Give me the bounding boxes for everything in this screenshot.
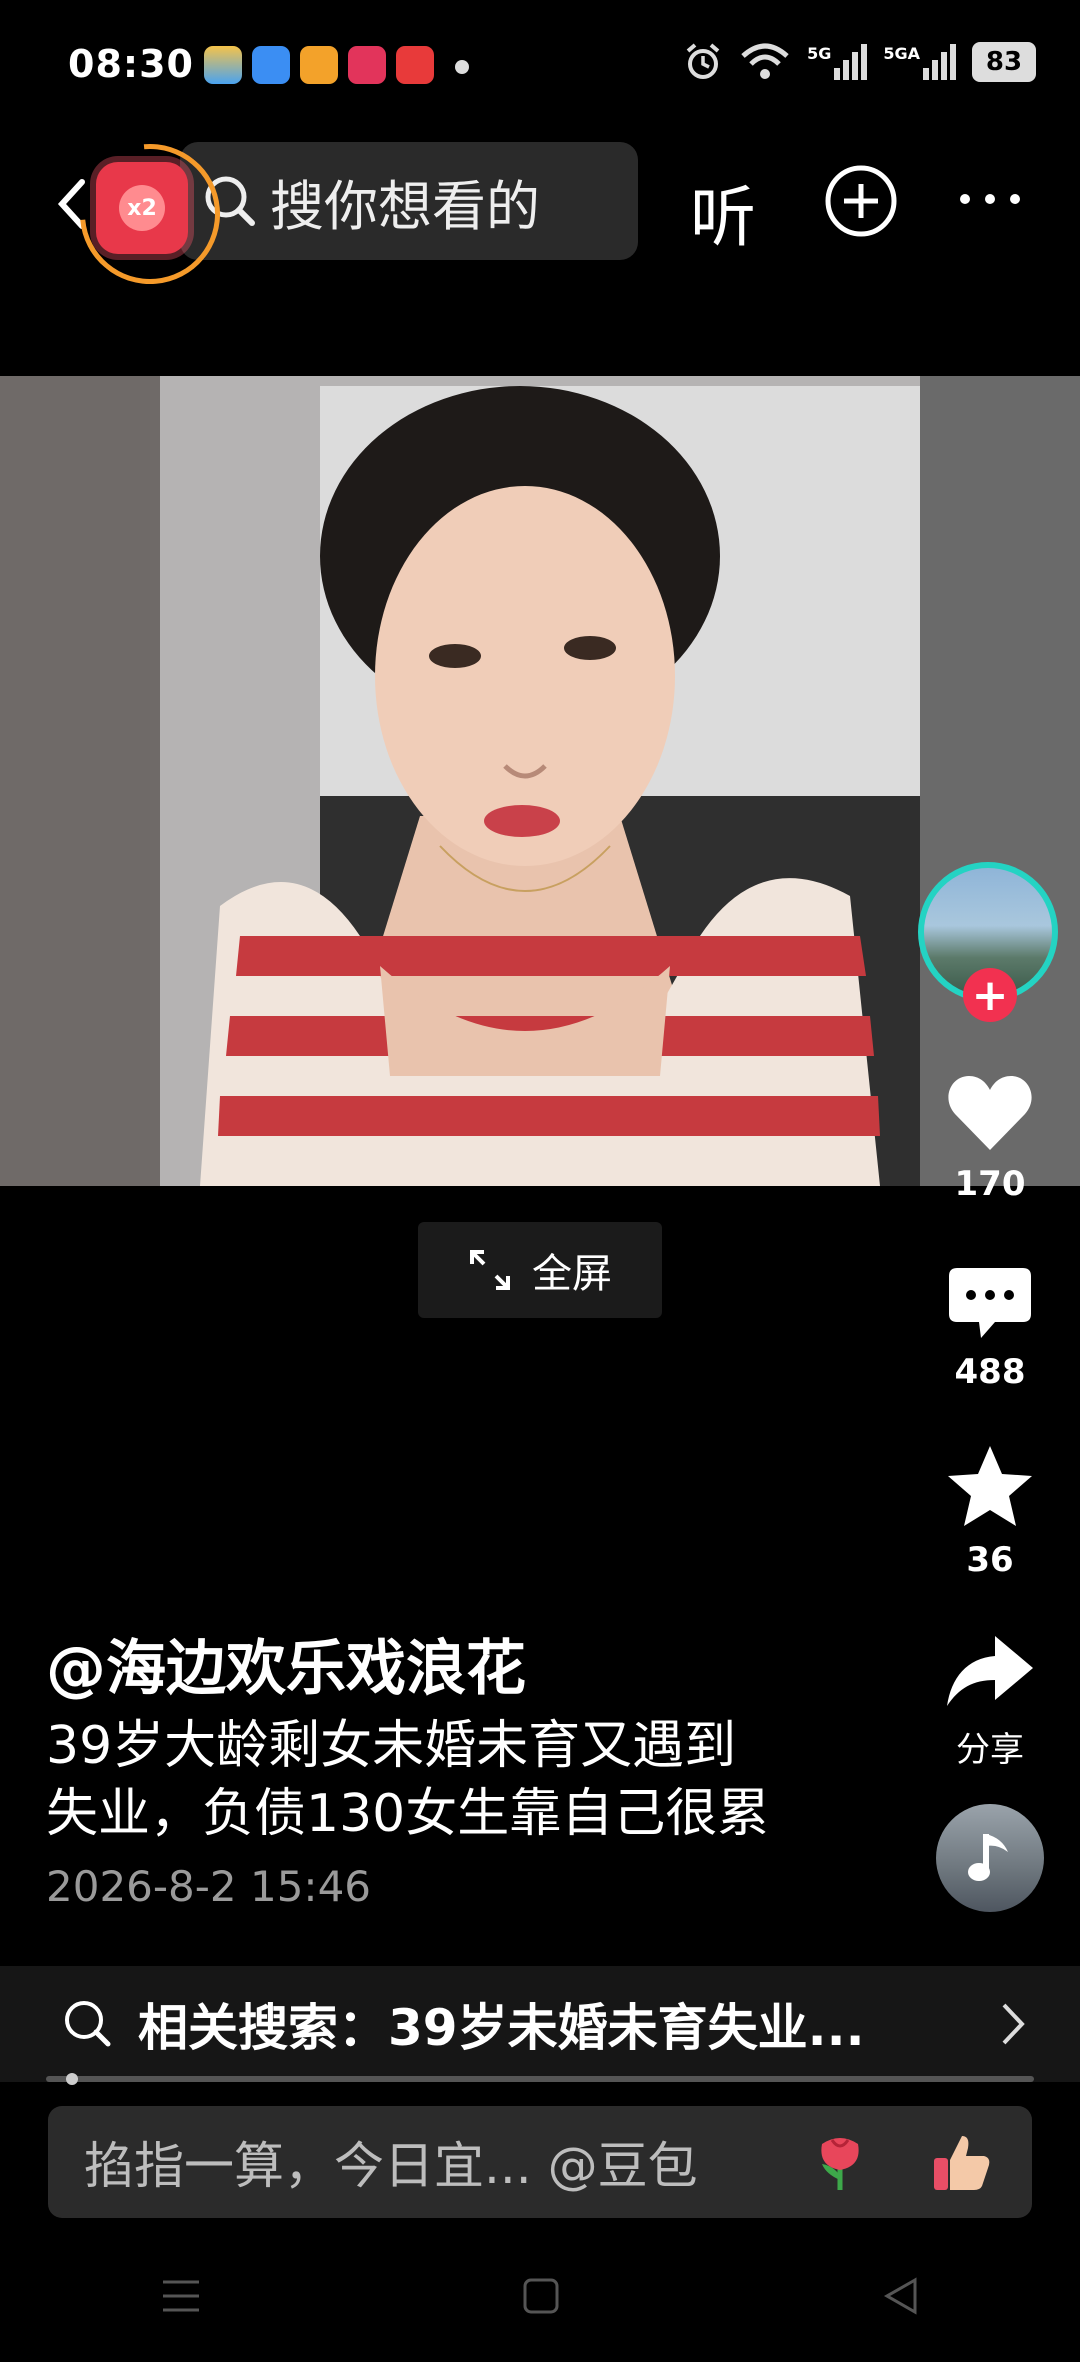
flower-icon[interactable] xyxy=(808,2130,872,2194)
heart-icon xyxy=(948,1076,1032,1150)
status-bar: 08:30 5G 5GA 83 xyxy=(0,0,1080,130)
comment-count: 488 xyxy=(954,1352,1026,1392)
music-note-icon xyxy=(968,1834,1008,1881)
top-bar: 搜你想看的 x2 听 xyxy=(0,115,1080,313)
follow-button[interactable]: + xyxy=(963,968,1017,1022)
related-search-text: 相关搜索：39岁未婚未育失业... xyxy=(138,1999,865,2057)
signal-5g-icon: 5G xyxy=(807,44,868,80)
favorite-button[interactable]: 36 xyxy=(930,1444,1050,1580)
input-placeholder: 掐指一算，今日宜... @豆包 xyxy=(84,2137,698,2195)
star-icon xyxy=(948,1446,1032,1526)
status-time: 08:30 xyxy=(68,42,194,86)
description-line-2: 失业，负债130女生靠自己很累 xyxy=(46,1784,770,1844)
fullscreen-button[interactable]: 全屏 xyxy=(418,1222,662,1318)
thumbs-up-icon[interactable] xyxy=(930,2130,994,2194)
add-circle-icon[interactable] xyxy=(824,164,898,238)
like-button[interactable]: 170 xyxy=(930,1074,1050,1204)
comment-icon xyxy=(949,1268,1031,1338)
search-placeholder: 搜你想看的 xyxy=(270,174,540,238)
back-triangle-icon[interactable] xyxy=(881,2276,919,2316)
listen-button[interactable]: 听 xyxy=(690,164,756,260)
share-button[interactable]: 分享 xyxy=(930,1632,1050,1771)
menu-icon[interactable] xyxy=(161,2278,201,2314)
music-disc[interactable] xyxy=(936,1804,1044,1912)
expand-icon xyxy=(470,1250,510,1290)
red-packet-button[interactable]: x2 xyxy=(96,162,188,254)
favorite-count: 36 xyxy=(966,1540,1014,1580)
alarm-icon xyxy=(686,43,720,79)
signal-5ga-icon: 5GA xyxy=(883,44,956,80)
search-box[interactable]: 搜你想看的 xyxy=(180,142,638,260)
wifi-icon xyxy=(741,43,789,79)
like-count: 170 xyxy=(954,1164,1026,1204)
red-packet-badge: x2 xyxy=(119,185,165,231)
more-notifications-dot xyxy=(455,60,469,74)
fullscreen-label: 全屏 xyxy=(532,1251,612,1297)
system-icons: 5G 5GA 83 xyxy=(683,42,1080,82)
system-nav-bar xyxy=(0,2230,1080,2362)
wallet-app-icon xyxy=(204,46,242,84)
comment-input[interactable]: 掐指一算，今日宜... @豆包 xyxy=(48,2106,1032,2218)
related-search-bar[interactable]: 相关搜索：39岁未婚未育失业... xyxy=(0,1966,1080,2082)
video-frame xyxy=(0,376,1080,1186)
news-app-icon xyxy=(396,46,434,84)
video-app-icon xyxy=(348,46,386,84)
search-icon xyxy=(65,2001,111,2047)
home-square-icon[interactable] xyxy=(522,2277,560,2315)
browser-app-icon xyxy=(252,46,290,84)
description-line-1: 39岁大龄剩女未婚未育又遇到 xyxy=(46,1716,737,1776)
battery-icon: 83 xyxy=(972,42,1036,82)
notification-icons xyxy=(204,46,434,84)
author-name[interactable]: @海边欢乐戏浪花 xyxy=(46,1620,526,1707)
share-label: 分享 xyxy=(956,1730,1024,1770)
post-date: 2026-8-2 15:46 xyxy=(46,1862,372,1911)
video-player[interactable] xyxy=(0,376,1080,1186)
video-description: 39岁大龄剩女未婚未育又遇到 失业，负债130女生靠自己很累 xyxy=(46,1712,866,1848)
gift-app-icon xyxy=(300,46,338,84)
chevron-right-icon xyxy=(1002,2003,1025,2045)
more-options-icon[interactable] xyxy=(958,192,1022,206)
progress-knob[interactable] xyxy=(65,2073,78,2085)
comment-button[interactable]: 488 xyxy=(930,1266,1050,1392)
share-arrow-icon xyxy=(947,1636,1033,1706)
video-progress-bar[interactable] xyxy=(46,2073,1034,2085)
